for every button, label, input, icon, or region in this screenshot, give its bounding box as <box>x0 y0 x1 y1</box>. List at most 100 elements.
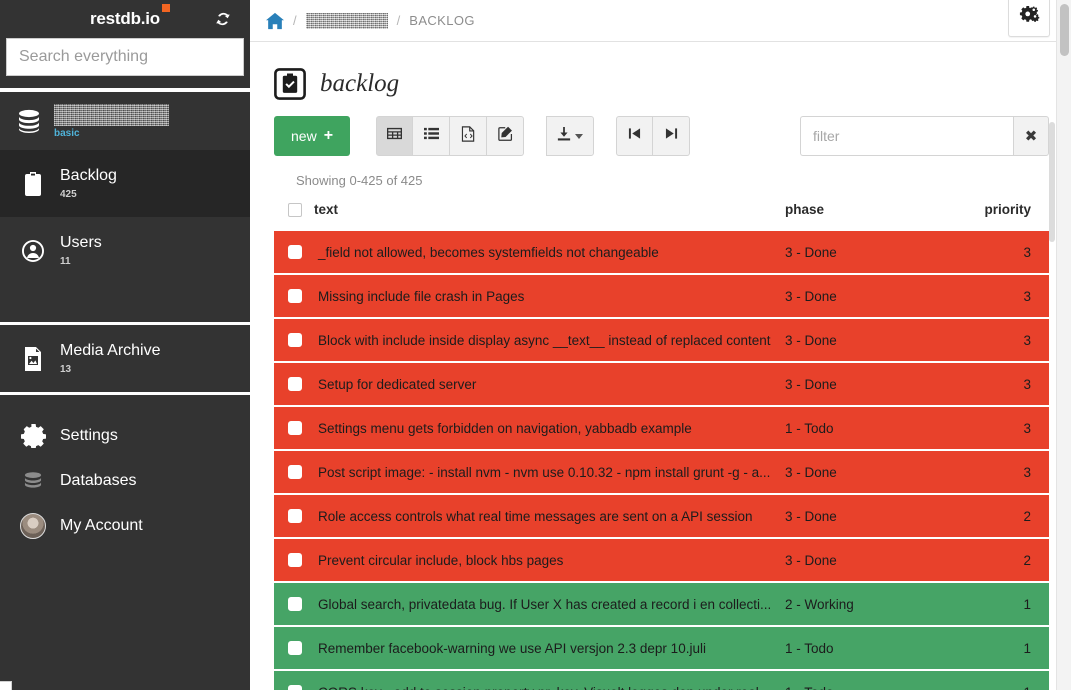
refresh-icon[interactable] <box>214 10 232 28</box>
new-record-button[interactable]: new + <box>274 116 351 156</box>
cell-text[interactable]: _field not allowed, becomes systemfields… <box>314 231 785 273</box>
restdb-logo[interactable]: restdb.io <box>90 4 170 29</box>
cell-phase[interactable]: 3 - Done <box>785 539 937 581</box>
download-dropdown-button[interactable] <box>546 116 595 156</box>
table-row[interactable]: Role access controls what real time mess… <box>274 495 1049 537</box>
cell-priority[interactable]: 3 <box>937 231 1049 273</box>
cell-phase[interactable]: 3 - Done <box>785 275 937 317</box>
row-checkbox[interactable] <box>288 333 302 347</box>
skip-forward-icon <box>665 127 678 145</box>
sidebar-item-backlog[interactable]: Backlog 425 <box>0 150 250 217</box>
sidebar-database-row[interactable]: basic <box>0 92 250 150</box>
row-checkbox[interactable] <box>288 685 302 690</box>
table-row[interactable]: Block with include inside display async … <box>274 319 1049 361</box>
edit-view-button[interactable] <box>487 116 525 156</box>
pencil-square-icon <box>497 126 513 146</box>
cell-text[interactable]: Missing include file crash in Pages <box>314 275 785 317</box>
column-header-priority[interactable]: priority <box>937 196 1049 229</box>
cell-text[interactable]: Remember facebook-warning we use API ver… <box>314 627 785 669</box>
row-checkbox[interactable] <box>288 465 302 479</box>
cell-priority[interactable]: 1 <box>937 583 1049 625</box>
select-all-checkbox[interactable] <box>288 202 302 217</box>
cell-text[interactable]: Block with include inside display async … <box>314 319 785 361</box>
content-scrollbar[interactable] <box>1048 42 1056 690</box>
cell-text[interactable]: Prevent circular include, block hbs page… <box>314 539 785 581</box>
row-checkbox[interactable] <box>288 421 302 435</box>
sidebar-item-users[interactable]: Users 11 <box>0 217 250 284</box>
cell-priority[interactable]: 1 <box>937 671 1049 690</box>
content-scrollbar-thumb[interactable] <box>1049 122 1055 242</box>
cell-priority[interactable]: 2 <box>937 539 1049 581</box>
column-header-text[interactable]: text <box>314 196 785 229</box>
skip-backward-icon <box>628 127 641 145</box>
table-row[interactable]: _field not allowed, becomes systemfields… <box>274 231 1049 273</box>
table-row[interactable]: Settings menu gets forbidden on navigati… <box>274 407 1049 449</box>
sidebar-item-my-account[interactable]: My Account <box>0 503 250 548</box>
page-scrollbar[interactable] <box>1056 0 1071 690</box>
content: backlog new + filter ✖ Showing 0-425 of … <box>250 42 1071 690</box>
avatar-icon <box>20 512 46 539</box>
row-checkbox[interactable] <box>288 377 302 391</box>
row-checkbox[interactable] <box>288 641 302 655</box>
cell-priority[interactable]: 1 <box>937 627 1049 669</box>
settings-gears-button[interactable] <box>1008 0 1050 37</box>
search-input[interactable] <box>6 38 244 76</box>
table-row[interactable]: Post script image: - install nvm - nvm u… <box>274 451 1049 493</box>
home-icon[interactable] <box>266 12 284 30</box>
cell-text[interactable]: Global search, privatedata bug. If User … <box>314 583 785 625</box>
table-row[interactable]: Setup for dedicated server 3 - Done 3 <box>274 363 1049 405</box>
row-select-cell <box>274 407 314 449</box>
cell-priority[interactable]: 3 <box>937 363 1049 405</box>
filter-clear-button[interactable]: ✖ <box>1013 116 1049 156</box>
table-row[interactable]: Global search, privatedata bug. If User … <box>274 583 1049 625</box>
cell-priority[interactable]: 2 <box>937 495 1049 537</box>
last-page-button[interactable] <box>653 116 691 156</box>
sidebar-item-media-archive[interactable]: Media Archive 13 <box>0 325 250 392</box>
filter-input[interactable] <box>800 116 1013 156</box>
table-row[interactable]: Missing include file crash in Pages 3 - D… <box>274 275 1049 317</box>
table-row[interactable]: Prevent circular include, block hbs page… <box>274 539 1049 581</box>
clipboard-check-icon <box>274 68 306 100</box>
grid-view-button[interactable] <box>376 116 414 156</box>
row-checkbox[interactable] <box>288 553 302 567</box>
cell-phase[interactable]: 1 - Todo <box>785 407 937 449</box>
breadcrumb-separator: / <box>396 13 401 28</box>
row-checkbox[interactable] <box>288 509 302 523</box>
row-checkbox[interactable] <box>288 289 302 303</box>
cell-text[interactable]: Post script image: - install nvm - nvm u… <box>314 451 785 493</box>
cell-phase[interactable]: 2 - Working <box>785 583 937 625</box>
cell-phase[interactable]: 1 - Todo <box>785 627 937 669</box>
cell-text[interactable]: Setup for dedicated server <box>314 363 785 405</box>
cell-priority[interactable]: 3 <box>937 407 1049 449</box>
row-checkbox[interactable] <box>288 597 302 611</box>
row-select-cell <box>274 583 314 625</box>
breadcrumb-collection[interactable]: BACKLOG <box>409 13 475 28</box>
cell-text[interactable]: Role access controls what real time mess… <box>314 495 785 537</box>
cell-phase[interactable]: 3 - Done <box>785 231 937 273</box>
cell-phase[interactable]: 3 - Done <box>785 319 937 361</box>
cell-phase[interactable]: 3 - Done <box>785 495 937 537</box>
sidebar-item-settings[interactable]: Settings <box>0 413 250 458</box>
cell-text[interactable]: Settings menu gets forbidden on navigati… <box>314 407 785 449</box>
cell-priority[interactable]: 3 <box>937 451 1049 493</box>
breadcrumb-database-redacted[interactable] <box>305 12 388 29</box>
first-page-button[interactable] <box>616 116 654 156</box>
sidebar-item-label: Databases <box>60 471 137 489</box>
sidebar-item-databases[interactable]: Databases <box>0 458 250 503</box>
cell-phase[interactable]: 1 - Todo <box>785 671 937 690</box>
sidebar-brand-row: restdb.io <box>0 0 250 38</box>
cell-text[interactable]: CORS key - add to session property pr. k… <box>314 671 785 690</box>
code-view-button[interactable] <box>450 116 488 156</box>
cell-phase[interactable]: 3 - Done <box>785 363 937 405</box>
table-row[interactable]: CORS key - add to session property pr. k… <box>274 671 1049 690</box>
cell-priority[interactable]: 3 <box>937 275 1049 317</box>
cell-phase[interactable]: 3 - Done <box>785 451 937 493</box>
media-file-icon <box>20 346 46 372</box>
page-scrollbar-thumb[interactable] <box>1060 4 1069 56</box>
column-header-phase[interactable]: phase <box>785 196 937 229</box>
cell-priority[interactable]: 3 <box>937 319 1049 361</box>
row-checkbox[interactable] <box>288 245 302 259</box>
list-view-button[interactable] <box>413 116 451 156</box>
table-row[interactable]: Remember facebook-warning we use API ver… <box>274 627 1049 669</box>
